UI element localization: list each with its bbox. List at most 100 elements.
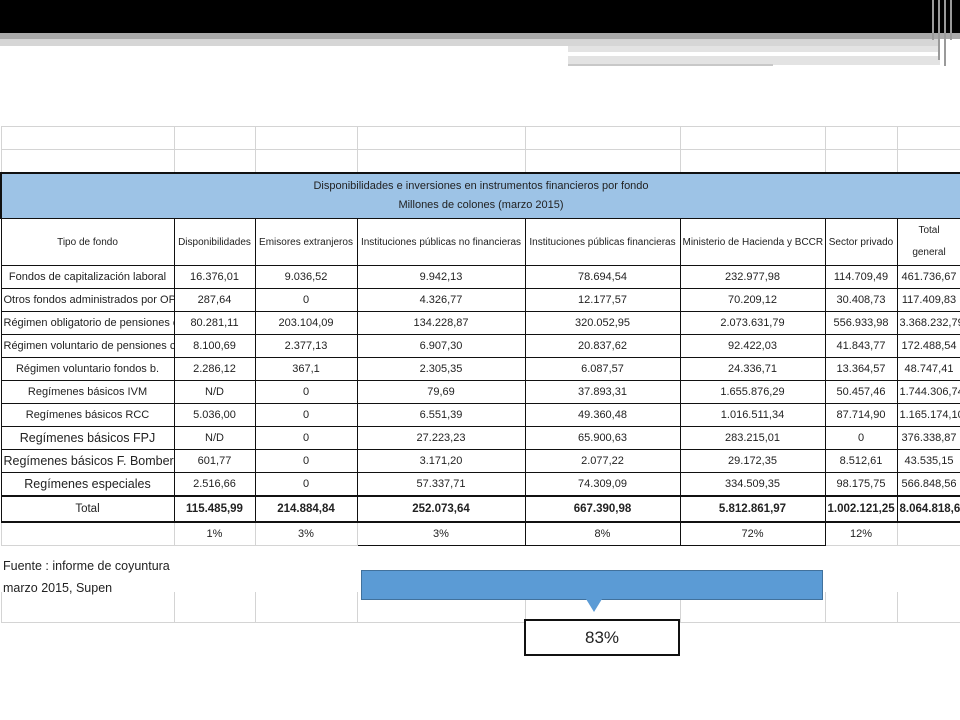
header-inst-publicas-no-financieras[interactable]: Instituciones públicas no financieras [356, 218, 526, 266]
row-label[interactable]: Otros fondos administrados por OPC [0, 288, 175, 312]
cell[interactable] [254, 568, 358, 592]
value-cell[interactable]: 50.457,46 [824, 380, 898, 404]
value-cell[interactable]: 24.336,71 [679, 357, 826, 381]
pct-cell[interactable]: 12% [824, 521, 898, 546]
value-cell[interactable]: 1.744.306,74 [896, 380, 960, 404]
row-label[interactable]: Regímenes especiales [0, 472, 175, 497]
total-cell[interactable]: 5.812.861,97 [679, 495, 826, 523]
pct-cell[interactable]: 3% [254, 521, 358, 546]
cell[interactable] [524, 149, 681, 174]
value-cell[interactable]: 0 [254, 426, 358, 450]
value-cell[interactable]: 3.368.232,79 [896, 311, 960, 335]
value-cell[interactable]: 27.223,23 [356, 426, 526, 450]
cell[interactable] [896, 521, 960, 546]
value-cell[interactable]: 48.747,41 [896, 357, 960, 381]
cell[interactable] [896, 568, 960, 592]
header-ministerio-hacienda[interactable]: Ministerio de Hacienda y BCCR [679, 218, 826, 266]
cell[interactable] [679, 149, 826, 174]
value-cell[interactable]: 1.655.876,29 [679, 380, 826, 404]
value-cell[interactable]: 57.337,71 [356, 472, 526, 497]
row-label[interactable]: Régimen obligatorio de pensiones com [0, 311, 175, 335]
row-label[interactable]: Regímenes básicos RCC [0, 403, 175, 427]
row-label[interactable]: Régimen voluntario de pensiones com [0, 334, 175, 358]
value-cell[interactable]: 2.377,13 [254, 334, 358, 358]
cell[interactable] [173, 568, 256, 592]
value-cell[interactable]: 2.305,35 [356, 357, 526, 381]
pct-cell[interactable]: 1% [173, 521, 256, 546]
value-cell[interactable]: 232.977,98 [679, 265, 826, 289]
value-cell[interactable]: 0 [254, 288, 358, 312]
value-cell[interactable]: 49.360,48 [524, 403, 681, 427]
value-cell[interactable]: 320.052,95 [524, 311, 681, 335]
value-cell[interactable]: 0 [254, 403, 358, 427]
row-label[interactable]: Regímenes básicos F. Bomberos [0, 449, 175, 473]
total-cell[interactable]: 8.064.818,67 [896, 495, 960, 523]
total-cell[interactable]: 214.884,84 [254, 495, 358, 523]
value-cell[interactable]: N/D [173, 380, 256, 404]
cell[interactable] [173, 126, 256, 150]
value-cell[interactable]: 37.893,31 [524, 380, 681, 404]
cell[interactable] [356, 149, 526, 174]
value-cell[interactable]: 92.422,03 [679, 334, 826, 358]
value-cell[interactable]: 80.281,11 [173, 311, 256, 335]
value-cell[interactable]: 6.087,57 [524, 357, 681, 381]
row-label[interactable]: Régimen voluntario fondos b. [0, 357, 175, 381]
value-cell[interactable]: 8.512,61 [824, 449, 898, 473]
total-cell[interactable]: 252.073,64 [356, 495, 526, 523]
header-tipo-fondo[interactable]: Tipo de fondo [0, 218, 175, 266]
value-cell[interactable]: 41.843,77 [824, 334, 898, 358]
row-label[interactable]: Regímenes básicos IVM [0, 380, 175, 404]
value-cell[interactable]: 9.942,13 [356, 265, 526, 289]
cell[interactable] [896, 545, 960, 569]
value-cell[interactable]: 13.364,57 [824, 357, 898, 381]
cell[interactable] [896, 149, 960, 174]
value-cell[interactable]: 70.209,12 [679, 288, 826, 312]
value-cell[interactable]: 203.104,09 [254, 311, 358, 335]
value-cell[interactable]: 6.551,39 [356, 403, 526, 427]
value-cell[interactable]: 79,69 [356, 380, 526, 404]
header-sector-privado[interactable]: Sector privado [824, 218, 898, 266]
value-cell[interactable]: 29.172,35 [679, 449, 826, 473]
value-cell[interactable]: 0 [254, 449, 358, 473]
value-cell[interactable]: 334.509,35 [679, 472, 826, 497]
value-cell[interactable]: 3.171,20 [356, 449, 526, 473]
value-cell[interactable]: 461.736,67 [896, 265, 960, 289]
cell[interactable] [173, 149, 256, 174]
value-cell[interactable]: 78.694,54 [524, 265, 681, 289]
cell[interactable] [254, 591, 358, 623]
cell[interactable] [824, 568, 898, 592]
value-cell[interactable]: 9.036,52 [254, 265, 358, 289]
value-cell[interactable]: 1.165.174,10 [896, 403, 960, 427]
header-total-general[interactable]: Total general [896, 218, 960, 266]
value-cell[interactable]: 566.848,56 [896, 472, 960, 497]
cell[interactable] [0, 149, 175, 174]
value-cell[interactable]: 114.709,49 [824, 265, 898, 289]
value-cell[interactable]: 65.900,63 [524, 426, 681, 450]
cell[interactable] [896, 591, 960, 623]
value-cell[interactable]: 6.907,30 [356, 334, 526, 358]
pct-cell[interactable]: 8% [524, 521, 681, 546]
header-disponibilidades[interactable]: Disponibilidades [173, 218, 256, 266]
value-cell[interactable]: 134.228,87 [356, 311, 526, 335]
cell[interactable] [254, 545, 358, 569]
header-inst-publicas-financieras[interactable]: Instituciones públicas financieras [524, 218, 681, 266]
value-cell[interactable]: 172.488,54 [896, 334, 960, 358]
table-title-cell[interactable]: Disponibilidades e inversiones en instru… [0, 172, 960, 219]
cell[interactable] [356, 545, 526, 569]
total-label[interactable]: Total [0, 495, 175, 523]
value-cell[interactable]: 87.714,90 [824, 403, 898, 427]
value-cell[interactable]: 1.016.511,34 [679, 403, 826, 427]
value-cell[interactable]: 98.175,75 [824, 472, 898, 497]
value-cell[interactable]: 2.516,66 [173, 472, 256, 497]
value-cell[interactable]: 12.177,57 [524, 288, 681, 312]
value-cell[interactable]: 367,1 [254, 357, 358, 381]
cell[interactable] [524, 126, 681, 150]
value-cell[interactable]: 556.933,98 [824, 311, 898, 335]
value-cell[interactable]: 2.077,22 [524, 449, 681, 473]
row-label[interactable]: Regímenes básicos FPJ [0, 426, 175, 450]
value-cell[interactable]: 376.338,87 [896, 426, 960, 450]
cell[interactable] [824, 149, 898, 174]
pct-cell[interactable]: 3% [356, 521, 526, 546]
cell[interactable] [254, 126, 358, 150]
cell[interactable] [173, 591, 256, 623]
